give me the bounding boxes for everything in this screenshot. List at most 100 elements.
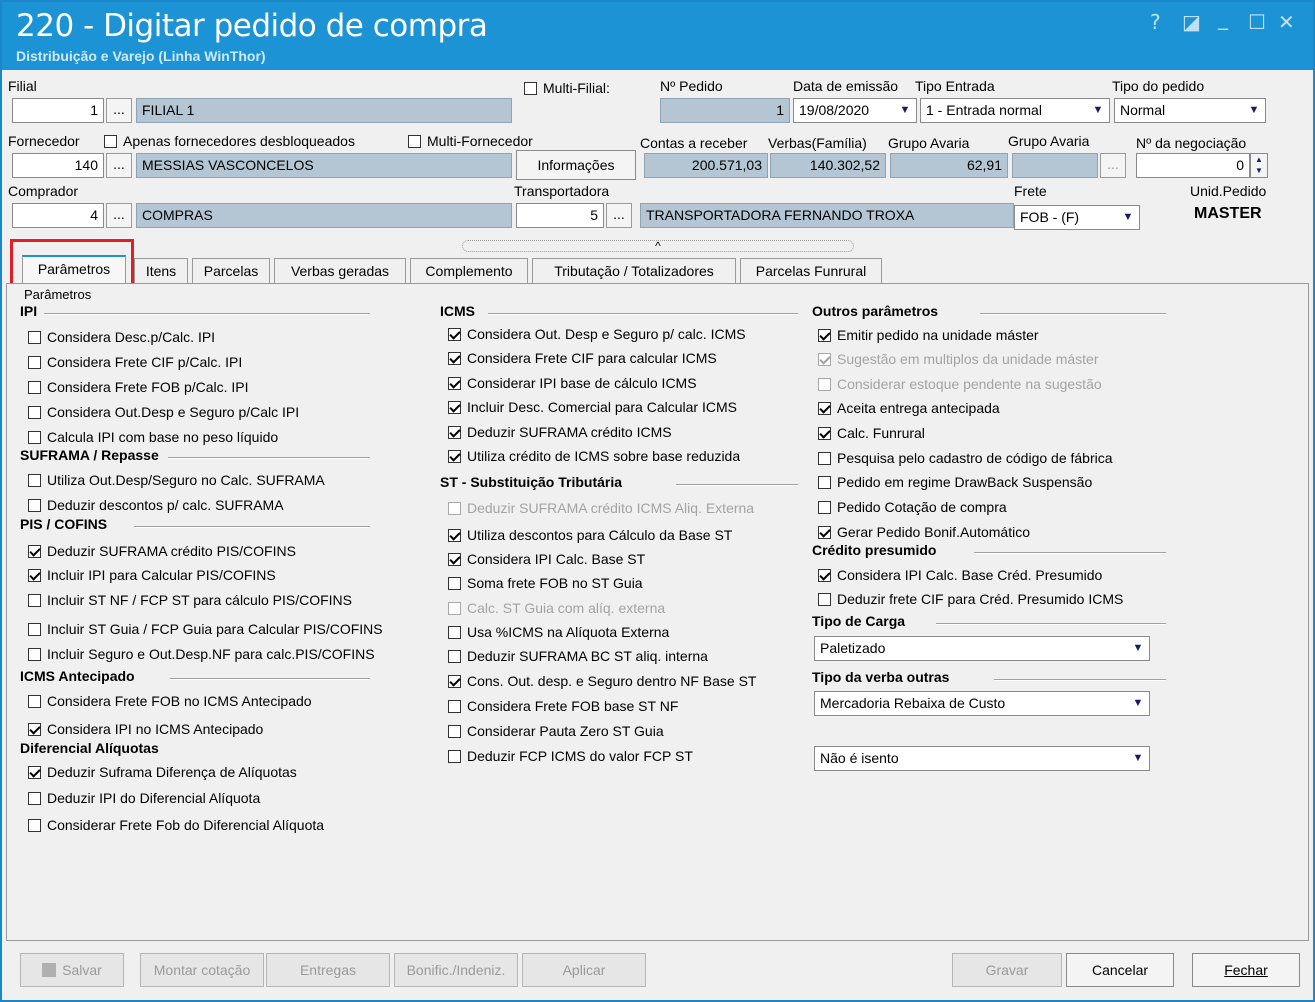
- bonific-button[interactable]: Bonific./Indeniz.: [394, 953, 518, 987]
- option-checkbox[interactable]: Pedido em regime DrawBack Suspensão: [818, 474, 1092, 490]
- option-checkbox[interactable]: Considera IPI Calc. Base Créd. Presumido: [818, 567, 1102, 583]
- option-checkbox[interactable]: Deduzir frete CIF para Créd. Presumido I…: [818, 591, 1123, 607]
- chevron-down-icon[interactable]: ▼: [1129, 750, 1147, 767]
- option-checkbox[interactable]: Deduzir SUFRAMA BC ST aliq. interna: [448, 648, 708, 664]
- maximize-icon[interactable]: ☐: [1248, 10, 1266, 34]
- option-checkbox[interactable]: Considerar Pauta Zero ST Guia: [448, 723, 664, 739]
- filial-code-input[interactable]: 1: [12, 98, 104, 123]
- option-checkbox[interactable]: Deduzir Suframa Diferença de Alíquotas: [28, 764, 297, 780]
- option-checkbox[interactable]: Considera Frete FOB no ICMS Antecipado: [28, 693, 312, 709]
- save-icon: [42, 963, 57, 977]
- fechar-button[interactable]: Fechar: [1192, 953, 1300, 987]
- collapse-header-handle[interactable]: ^: [462, 240, 854, 252]
- option-checkbox[interactable]: Considera IPI no ICMS Antecipado: [28, 721, 263, 737]
- montar-cotacao-button[interactable]: Montar cotação: [140, 953, 264, 987]
- negociacao-input[interactable]: 0: [1136, 153, 1250, 178]
- apenas-desbloqueados-checkbox[interactable]: Apenas fornecedores desbloqueados: [104, 133, 355, 149]
- option-checkbox[interactable]: Emitir pedido na unidade máster: [818, 327, 1039, 343]
- tab-tributacao[interactable]: Tributação / Totalizadores: [532, 258, 736, 284]
- option-checkbox[interactable]: Incluir IPI para Calcular PIS/COFINS: [28, 567, 276, 583]
- chevron-down-icon[interactable]: ▼: [896, 102, 914, 119]
- option-checkbox[interactable]: Considera Frete CIF p/Calc. IPI: [28, 354, 242, 370]
- option-checkbox[interactable]: Soma frete FOB no ST Guia: [448, 575, 643, 591]
- diferencial-section-title: Diferencial Alíquotas: [20, 740, 159, 756]
- option-checkbox[interactable]: Calcula IPI com base no peso líquido: [28, 429, 278, 445]
- option-checkbox[interactable]: Considerar Frete Fob do Diferencial Alíq…: [28, 817, 324, 833]
- option-checkbox[interactable]: Considera Frete CIF para calcular ICMS: [448, 350, 717, 366]
- option-checkbox[interactable]: Calc. Funrural: [818, 425, 925, 441]
- comprador-code-input[interactable]: 4: [12, 203, 104, 228]
- option-checkbox[interactable]: Sugestão em multiplos da unidade máster: [818, 351, 1098, 367]
- option-checkbox[interactable]: Aceita entrega antecipada: [818, 400, 1000, 416]
- tab-verbas-geradas[interactable]: Verbas geradas: [274, 258, 406, 284]
- fornecedor-search-button[interactable]: ...: [106, 153, 132, 178]
- multi-filial-checkbox[interactable]: Multi-Filial:: [524, 80, 610, 96]
- option-checkbox[interactable]: Pesquisa pelo cadastro de código de fábr…: [818, 450, 1113, 466]
- tipo-entrada-select[interactable]: 1 - Entrada normal ▼: [920, 98, 1110, 123]
- option-checkbox[interactable]: Considera IPI Calc. Base ST: [448, 551, 645, 567]
- option-checkbox[interactable]: Incluir ST NF / FCP ST para cálculo PIS/…: [28, 592, 352, 608]
- option-checkbox[interactable]: Considera Desc.p/Calc. IPI: [28, 329, 215, 345]
- emissao-date-picker[interactable]: 19/08/2020 ▼: [793, 98, 917, 123]
- entregas-button[interactable]: Entregas: [266, 953, 390, 987]
- option-checkbox[interactable]: Utiliza Out.Desp/Seguro no Calc. SUFRAMA: [28, 472, 325, 488]
- informacoes-button[interactable]: Informações: [516, 150, 636, 180]
- option-checkbox[interactable]: Considerar estoque pendente na sugestão: [818, 376, 1102, 392]
- option-checkbox[interactable]: Cons. Out. desp. e Seguro dentro NF Base…: [448, 673, 756, 689]
- comprador-search-button[interactable]: ...: [106, 203, 132, 228]
- grupo-avaria-search-button[interactable]: ...: [1100, 153, 1126, 178]
- close-icon[interactable]: ✕: [1278, 10, 1295, 34]
- unchecked-checkbox-icon: [28, 499, 41, 512]
- tipo-carga-select[interactable]: Paletizado ▼: [814, 636, 1150, 661]
- transportadora-code-input[interactable]: 5: [516, 203, 604, 228]
- chevron-down-icon[interactable]: ▼: [1129, 695, 1147, 712]
- tab-parcelas[interactable]: Parcelas: [192, 258, 270, 284]
- option-checkbox[interactable]: Gerar Pedido Bonif.Automático: [818, 524, 1030, 540]
- chevron-down-icon[interactable]: ▼: [1089, 102, 1107, 119]
- frete-select[interactable]: FOB - (F) ▼: [1014, 205, 1140, 230]
- gravar-button[interactable]: Gravar: [952, 953, 1062, 987]
- option-checkbox[interactable]: Considera Frete FOB p/Calc. IPI: [28, 379, 249, 395]
- chevron-down-icon[interactable]: ▼: [1129, 640, 1147, 657]
- chevron-down-icon[interactable]: ▼: [1245, 102, 1263, 119]
- help-icon[interactable]: ?: [1150, 10, 1161, 34]
- option-checkbox[interactable]: Considera Frete FOB base ST NF: [448, 698, 678, 714]
- option-checkbox[interactable]: Usa %ICMS na Alíquota Externa: [448, 624, 669, 640]
- option-checkbox[interactable]: Deduzir descontos p/ calc. SUFRAMA: [28, 497, 284, 513]
- filial-search-button[interactable]: ...: [106, 98, 132, 123]
- window-subtitle: Distribuição e Varejo (Linha WinThor): [16, 48, 266, 64]
- chevron-down-icon[interactable]: ▼: [1119, 209, 1137, 226]
- fornecedor-code-input[interactable]: 140: [12, 153, 104, 178]
- tab-parcelas-funrural[interactable]: Parcelas Funrural: [740, 258, 882, 284]
- option-checkbox[interactable]: Pedido Cotação de compra: [818, 499, 1007, 515]
- salvar-button[interactable]: Salvar: [20, 953, 124, 987]
- option-checkbox[interactable]: Deduzir FCP ICMS do valor FCP ST: [448, 748, 693, 764]
- tipo-pedido-label: Tipo do pedido: [1112, 78, 1205, 94]
- tipo-verba-select[interactable]: Mercadoria Rebaixa de Custo ▼: [814, 691, 1150, 716]
- minimize-icon[interactable]: _: [1218, 6, 1228, 30]
- restore-icon[interactable]: ◪: [1182, 10, 1201, 34]
- option-checkbox[interactable]: Incluir Desc. Comercial para Calcular IC…: [448, 399, 737, 415]
- tab-complemento[interactable]: Complemento: [410, 258, 528, 284]
- option-checkbox[interactable]: Incluir Seguro e Out.Desp.NF para calc.P…: [28, 646, 375, 662]
- option-checkbox[interactable]: Deduzir SUFRAMA crédito PIS/COFINS: [28, 543, 296, 559]
- option-checkbox[interactable]: Deduzir SUFRAMA crédito ICMS Aliq. Exter…: [448, 500, 754, 516]
- option-checkbox[interactable]: Considera Out. Desp e Seguro p/ calc. IC…: [448, 326, 746, 342]
- multi-fornecedor-checkbox[interactable]: Multi-Fornecedor: [408, 133, 533, 149]
- option-checkbox[interactable]: Considera Out.Desp e Seguro p/Calc IPI: [28, 404, 299, 420]
- option-label: Considera IPI no ICMS Antecipado: [47, 721, 264, 737]
- option-checkbox[interactable]: Calc. ST Guia com alíq. externa: [448, 600, 665, 616]
- option-checkbox[interactable]: Utiliza crédito de ICMS sobre base reduz…: [448, 448, 740, 464]
- option-checkbox[interactable]: Incluir ST Guia / FCP Guia para Calcular…: [28, 621, 383, 637]
- aplicar-button[interactable]: Aplicar: [522, 953, 646, 987]
- isento-select[interactable]: Não é isento ▼: [814, 746, 1150, 771]
- option-checkbox[interactable]: Considerar IPI base de cálculo ICMS: [448, 375, 697, 391]
- negociacao-spinner[interactable]: ▲ ▼: [1250, 153, 1268, 178]
- tipo-pedido-select[interactable]: Normal ▼: [1114, 98, 1266, 123]
- tab-itens[interactable]: Itens: [134, 258, 188, 284]
- option-checkbox[interactable]: Deduzir SUFRAMA crédito ICMS: [448, 424, 672, 440]
- option-checkbox[interactable]: Deduzir IPI do Diferencial Alíquota: [28, 790, 260, 806]
- cancelar-button[interactable]: Cancelar: [1066, 953, 1174, 987]
- transportadora-search-button[interactable]: ...: [606, 203, 632, 228]
- option-checkbox[interactable]: Utiliza descontos para Cálculo da Base S…: [448, 527, 732, 543]
